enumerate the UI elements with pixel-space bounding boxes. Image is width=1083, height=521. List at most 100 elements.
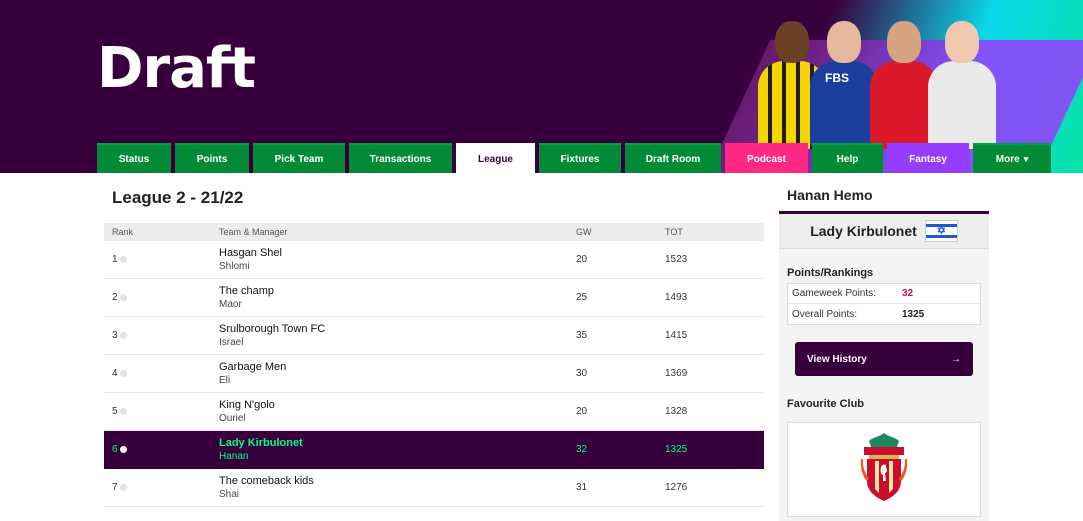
tab-pick-team[interactable]: Pick Team: [253, 143, 345, 173]
league-title: League 2 - 21/22: [112, 188, 244, 207]
points-table: Gameweek Points: 32 Overall Points: 1325: [787, 283, 981, 325]
tab-transactions[interactable]: Transactions: [349, 143, 452, 173]
gameweek-points-label: Gameweek Points:: [792, 288, 876, 299]
gw-points: 20: [576, 406, 588, 417]
rank-value: 5: [112, 406, 118, 417]
table-row[interactable]: 3 Srulborough Town FC Israel 35 1415: [104, 317, 764, 355]
team-cell[interactable]: Srulborough Town FC Israel: [219, 323, 576, 349]
tab-label: More: [995, 153, 1020, 165]
total-points: 1276: [665, 482, 688, 493]
arrow-right-icon: →: [951, 353, 961, 365]
table-header: Rank Team & Manager GW TOT: [104, 223, 764, 241]
tab-label: Pick Team: [274, 153, 324, 165]
gw-points: 31: [576, 482, 588, 493]
rank-value: 2: [112, 292, 118, 303]
tab-league[interactable]: League: [456, 143, 535, 173]
manager-name: Eli: [219, 374, 231, 386]
team-cell[interactable]: The comeback kids Shai: [219, 475, 576, 501]
total-points: 1523: [665, 254, 688, 265]
league-table: Rank Team & Manager GW TOT 1 Hasgan Shel S…: [104, 223, 764, 507]
manager-name: Shlomi: [219, 260, 250, 272]
manager-name: Maor: [219, 298, 242, 310]
gw-points: 20: [576, 254, 588, 265]
gameweek-points-value: 32: [902, 288, 914, 299]
player-figure: [926, 15, 998, 149]
team-name[interactable]: Lady Kirbulonet: [219, 437, 576, 450]
team-name: Lady Kirbulonet: [810, 223, 917, 239]
table-row[interactable]: 6 Lady Kirbulonet Hanan 32 1325: [104, 431, 764, 469]
movement-dot-icon: [119, 370, 127, 377]
movement-dot-icon: [119, 294, 127, 301]
column-header-team: Team & Manager: [219, 227, 288, 237]
rank-value: 4: [112, 368, 118, 379]
rank-cell: 2: [104, 292, 219, 303]
tab-podcast[interactable]: Podcast: [725, 143, 808, 173]
total-points: 1328: [665, 406, 688, 417]
team-cell[interactable]: King N'golo Ouriel: [219, 399, 576, 425]
manager-name: Israel: [219, 336, 244, 348]
team-card: Lady Kirbulonet ✡ Points/Rankings Gamewe…: [779, 211, 989, 521]
view-history-button[interactable]: View History →: [795, 342, 973, 376]
tab-fixtures[interactable]: Fixtures: [539, 143, 621, 173]
gw-points: 32: [576, 444, 588, 455]
overall-points-label: Overall Points:: [792, 308, 858, 320]
team-cell[interactable]: Hasgan Shel Shlomi: [219, 247, 576, 273]
tab-help[interactable]: Help: [812, 143, 883, 173]
team-name[interactable]: The comeback kids: [219, 475, 576, 488]
gw-points: 25: [576, 292, 588, 303]
table-row[interactable]: 5 King N'golo Ouriel 20 1328: [104, 393, 764, 431]
movement-dot-icon: [119, 446, 127, 453]
column-header-gw: GW: [576, 227, 592, 237]
team-name[interactable]: The champ: [219, 285, 576, 298]
sponsor-text: FBS: [825, 71, 849, 85]
total-points: 1369: [665, 368, 688, 379]
team-name-box: Lady Kirbulonet ✡: [779, 214, 989, 249]
manager-name: Ouriel: [219, 412, 246, 424]
tab-label: Fantasy: [909, 153, 947, 165]
tab-points[interactable]: Points: [175, 143, 249, 173]
manager-name: Shai: [219, 488, 240, 500]
team-name[interactable]: King N'golo: [219, 399, 576, 412]
team-name[interactable]: Hasgan Shel: [219, 247, 576, 260]
table-row[interactable]: 2 The champ Maor 25 1493: [104, 279, 764, 317]
favourite-club-title: Favourite Club: [787, 398, 865, 410]
rank-value: 6: [112, 444, 118, 455]
favourite-club-box[interactable]: [787, 422, 981, 517]
tab-status[interactable]: Status: [97, 143, 171, 173]
gameweek-points-row: Gameweek Points: 32: [788, 284, 980, 304]
team-cell[interactable]: Garbage Men Eli: [219, 361, 576, 387]
tab-more[interactable]: More ▾: [973, 143, 1051, 173]
table-row[interactable]: 1 Hasgan Shel Shlomi 20 1523: [104, 241, 764, 279]
movement-dot-icon: [119, 484, 127, 491]
gw-points: 35: [576, 330, 588, 341]
rank-cell: 3: [104, 330, 219, 341]
total-points: 1325: [665, 444, 688, 455]
page-header: Draft FBS Status Points Pick Team Transacti…: [0, 0, 1083, 173]
tab-label: League: [477, 153, 513, 165]
movement-dot-icon: [119, 256, 127, 263]
tab-label: Transactions: [369, 153, 432, 165]
rank-value: 1: [112, 254, 118, 265]
team-name[interactable]: Garbage Men: [219, 361, 576, 374]
page-title: Draft: [97, 36, 256, 101]
team-cell[interactable]: The champ Maor: [219, 285, 576, 311]
tab-label: Fixtures: [560, 153, 600, 165]
total-points: 1493: [665, 292, 688, 303]
owner-name: Hanan Hemo: [787, 187, 873, 203]
table-row[interactable]: 4 Garbage Men Eli 30 1369: [104, 355, 764, 393]
tab-draft-room[interactable]: Draft Room: [625, 143, 721, 173]
team-name[interactable]: Srulborough Town FC: [219, 323, 576, 336]
rank-cell: 7: [104, 482, 219, 493]
column-header-tot: TOT: [665, 227, 683, 237]
table-row[interactable]: 7 The comeback kids Shai 31 1276: [104, 469, 764, 507]
rank-cell: 4: [104, 368, 219, 379]
movement-dot-icon: [119, 408, 127, 415]
team-cell[interactable]: Lady Kirbulonet Hanan: [219, 437, 576, 463]
main-nav: Status Points Pick Team Transactions League F…: [97, 143, 1055, 173]
israel-flag-icon: ✡: [924, 220, 958, 242]
tab-fantasy[interactable]: Fantasy: [887, 143, 969, 173]
rank-cell: 6: [104, 444, 219, 455]
rank-cell: 1: [104, 254, 219, 265]
column-header-rank: Rank: [112, 227, 134, 237]
manager-name: Hanan: [219, 450, 249, 462]
